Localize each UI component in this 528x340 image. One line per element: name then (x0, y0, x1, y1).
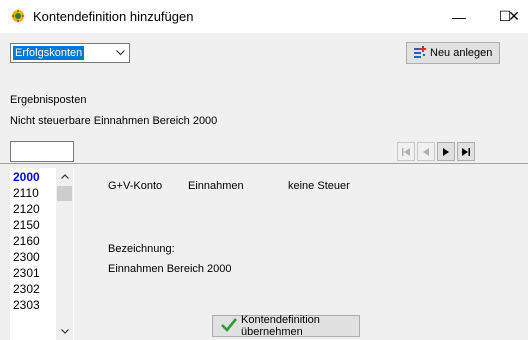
checkmark-icon (221, 317, 238, 335)
account-type-value: Erfolgskonten (11, 45, 86, 61)
account-description: Nicht steuerbare Einnahmen Bereich 2000 (10, 115, 218, 127)
chevron-down-icon[interactable] (112, 44, 129, 62)
minimize-button[interactable]: — (436, 0, 482, 33)
account-search-input[interactable] (10, 141, 74, 162)
account-kind: G+V-Konto (108, 180, 163, 192)
new-account-button[interactable]: Neu anlegen (406, 42, 500, 64)
apply-definition-label: Kontendefinition übernehmen (241, 314, 320, 338)
new-record-icon (413, 45, 427, 62)
scroll-down-icon[interactable] (56, 323, 73, 340)
title-bar: Kontendefinition hinzufügen — ☐ ✕ (0, 0, 528, 33)
section-label: Ergebnisposten (10, 94, 87, 106)
first-record-icon[interactable] (397, 142, 415, 161)
account-tax: keine Steuer (288, 180, 350, 192)
apply-definition-button[interactable]: Kontendefinition übernehmen (212, 314, 360, 338)
scroll-up-icon[interactable] (56, 168, 73, 185)
previous-record-icon[interactable] (417, 142, 435, 161)
account-type-select[interactable]: Erfolgskonten (10, 43, 130, 63)
designation-label: Bezeichnung: (108, 243, 175, 255)
new-account-label: Neu anlegen (430, 47, 493, 59)
close-button[interactable]: ✕ (500, 0, 528, 33)
last-record-icon[interactable] (457, 142, 475, 161)
window-title: Kontendefinition hinzufügen (33, 9, 194, 24)
record-navigator (397, 142, 475, 161)
designation-value: Einnahmen Bereich 2000 (108, 263, 232, 275)
next-record-icon[interactable] (437, 142, 455, 161)
scroll-thumb[interactable] (57, 186, 72, 201)
dialog-body: Erfolgskonten Neu anlegen Ergebnisposten… (0, 33, 528, 340)
app-icon (10, 8, 26, 24)
divider (0, 163, 528, 164)
account-category: Einnahmen (188, 180, 244, 192)
account-list-scrollbar[interactable] (56, 168, 73, 340)
